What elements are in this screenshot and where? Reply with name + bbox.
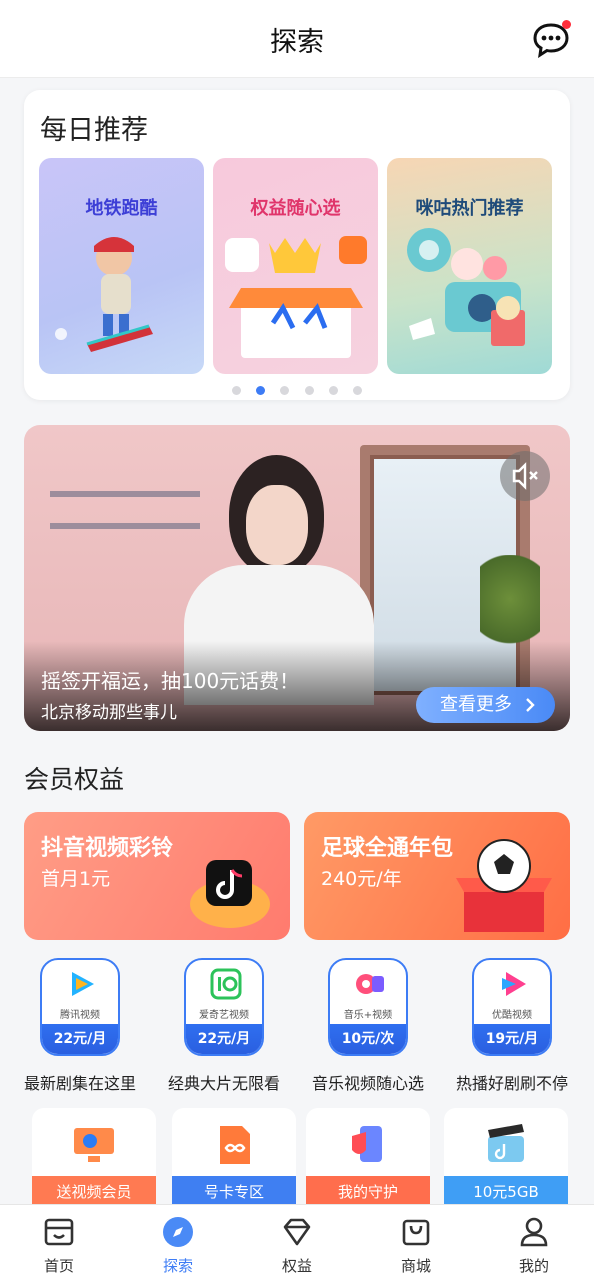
carousel-dot[interactable] xyxy=(328,386,338,395)
iqiyi-icon xyxy=(210,968,242,1000)
douyin-icon xyxy=(190,860,270,928)
chevron-right-icon xyxy=(526,698,535,712)
carousel-dot-active[interactable] xyxy=(256,386,266,395)
shopping-bag-icon xyxy=(402,1219,430,1246)
video-shelf xyxy=(50,491,200,497)
tile-label: 我的守护 xyxy=(337,1183,398,1201)
top-header: 探索 xyxy=(0,0,594,78)
app-caption: 热播好剧刷不停 xyxy=(455,1074,568,1093)
video-person-face xyxy=(246,485,308,565)
tab-mall[interactable]: 商城 xyxy=(376,1215,456,1276)
music-video-icon xyxy=(356,974,384,994)
home-icon xyxy=(44,1218,74,1246)
app-price: 10元/次 xyxy=(330,1024,406,1054)
app-name: 音乐+视频 xyxy=(343,1010,393,1021)
compass-icon xyxy=(163,1217,193,1247)
tile-label: 号卡专区 xyxy=(203,1183,264,1201)
tile-video-membership[interactable]: 送视频会员 xyxy=(32,1108,156,1208)
view-more-button[interactable]: 查看更多 xyxy=(416,687,555,723)
section-title-daily: 每日推荐 xyxy=(40,115,148,146)
promo-title: 抖音视频彩铃 xyxy=(41,836,174,861)
recommend-card-migu[interactable]: 咪咕热门推荐 xyxy=(387,158,552,374)
tab-explore[interactable]: 探索 xyxy=(138,1215,218,1276)
video-shelf xyxy=(50,523,200,529)
app-caption: 最新剧集在这里 xyxy=(23,1074,136,1093)
app-card: 音乐+视频 10元/次 xyxy=(328,958,408,1056)
app-price: 22元/月 xyxy=(42,1024,118,1054)
profile-icon xyxy=(520,1217,548,1247)
tile-data-pack[interactable]: 10元5GB xyxy=(444,1108,568,1208)
carousel-dot[interactable] xyxy=(232,386,242,395)
video-banner[interactable]: 摇签开福运，抽100元话费！ 北京移动那些事儿 查看更多 xyxy=(24,425,570,731)
carousel-dot[interactable] xyxy=(280,386,290,395)
page-title: 探索 xyxy=(270,27,324,58)
app-card: 爱奇艺视频 22元/月 xyxy=(184,958,264,1056)
tile-my-guard[interactable]: 我的守护 xyxy=(306,1108,430,1208)
speaker-mute-icon xyxy=(512,462,538,490)
app-iqiyi[interactable]: 爱奇艺视频 22元/月 经典大片无限看 xyxy=(154,958,294,1094)
view-more-label: 查看更多 xyxy=(440,694,512,715)
carousel-dot[interactable] xyxy=(304,386,314,395)
tile-label: 10元5GB xyxy=(473,1183,539,1201)
carousel-dot[interactable] xyxy=(352,386,362,395)
video-caption: 摇签开福运，抽100元话费！ xyxy=(41,669,300,693)
mute-button[interactable] xyxy=(500,451,550,501)
bottom-tab-bar: 首页 探索 权益 商城 我的 xyxy=(0,1204,594,1280)
tencent-video-icon xyxy=(72,972,94,996)
tab-label: 我的 xyxy=(518,1257,549,1275)
tab-label: 权益 xyxy=(281,1257,312,1275)
tile-number-card[interactable]: 号卡专区 xyxy=(172,1108,296,1208)
shield-phone-icon xyxy=(352,1126,382,1162)
app-price: 22元/月 xyxy=(186,1024,262,1054)
tab-home[interactable]: 首页 xyxy=(19,1215,99,1276)
app-name: 腾讯视频 xyxy=(60,1010,100,1021)
app-youku[interactable]: 优酷视频 19元/月 热播好剧刷不停 xyxy=(442,958,582,1094)
tab-label: 商城 xyxy=(400,1257,431,1275)
message-button[interactable] xyxy=(532,20,571,59)
unread-badge xyxy=(562,20,571,29)
recommend-card-benefits[interactable]: 权益随心选 xyxy=(213,158,378,374)
app-card: 腾讯视频 22元/月 xyxy=(40,958,120,1056)
football-gift-icon xyxy=(456,839,552,932)
promo-douyin-ringtone[interactable]: 抖音视频彩铃 首月1元 xyxy=(24,812,290,940)
section-title-members: 会员权益 xyxy=(24,765,125,794)
app-name: 爱奇艺视频 xyxy=(199,1010,249,1021)
recommend-card-subway-surfers[interactable]: 地铁跑酷 xyxy=(39,158,204,374)
tab-profile[interactable]: 我的 xyxy=(494,1215,574,1276)
app-music-video[interactable]: 音乐+视频 10元/次 音乐视频随心选 xyxy=(298,958,438,1094)
promo-football-annual[interactable]: 足球全通年包 240元/年 xyxy=(304,812,570,940)
tab-benefits[interactable]: 权益 xyxy=(257,1215,337,1276)
daily-recommend-card: 每日推荐 地铁跑酷 权益随心选 咪咕热门推荐 xyxy=(24,90,570,400)
app-caption: 音乐视频随心选 xyxy=(311,1074,424,1093)
promo-title: 足球全通年包 xyxy=(321,836,454,861)
projector-illustration xyxy=(407,228,525,346)
clapperboard-icon xyxy=(488,1124,524,1162)
app-price: 19元/月 xyxy=(474,1024,550,1054)
promo-price: 240元/年 xyxy=(321,868,402,890)
tab-label: 探索 xyxy=(162,1257,193,1275)
monitor-icon xyxy=(74,1128,114,1162)
gift-box-illustration xyxy=(225,236,367,358)
carousel-indicator xyxy=(24,380,570,399)
youku-icon xyxy=(502,972,526,996)
tab-label: 首页 xyxy=(43,1257,74,1275)
video-source: 北京移动那些事儿 xyxy=(41,703,177,723)
tile-label: 送视频会员 xyxy=(56,1183,132,1201)
app-tencent-video[interactable]: 腾讯视频 22元/月 最新剧集在这里 xyxy=(10,958,150,1094)
app-name: 优酷视频 xyxy=(492,1010,532,1021)
diamond-icon xyxy=(283,1218,311,1246)
app-caption: 经典大片无限看 xyxy=(167,1074,280,1093)
sim-card-icon xyxy=(220,1126,250,1164)
runner-illustration xyxy=(55,237,153,352)
app-card: 优酷视频 19元/月 xyxy=(472,958,552,1056)
promo-price: 首月1元 xyxy=(41,868,111,890)
